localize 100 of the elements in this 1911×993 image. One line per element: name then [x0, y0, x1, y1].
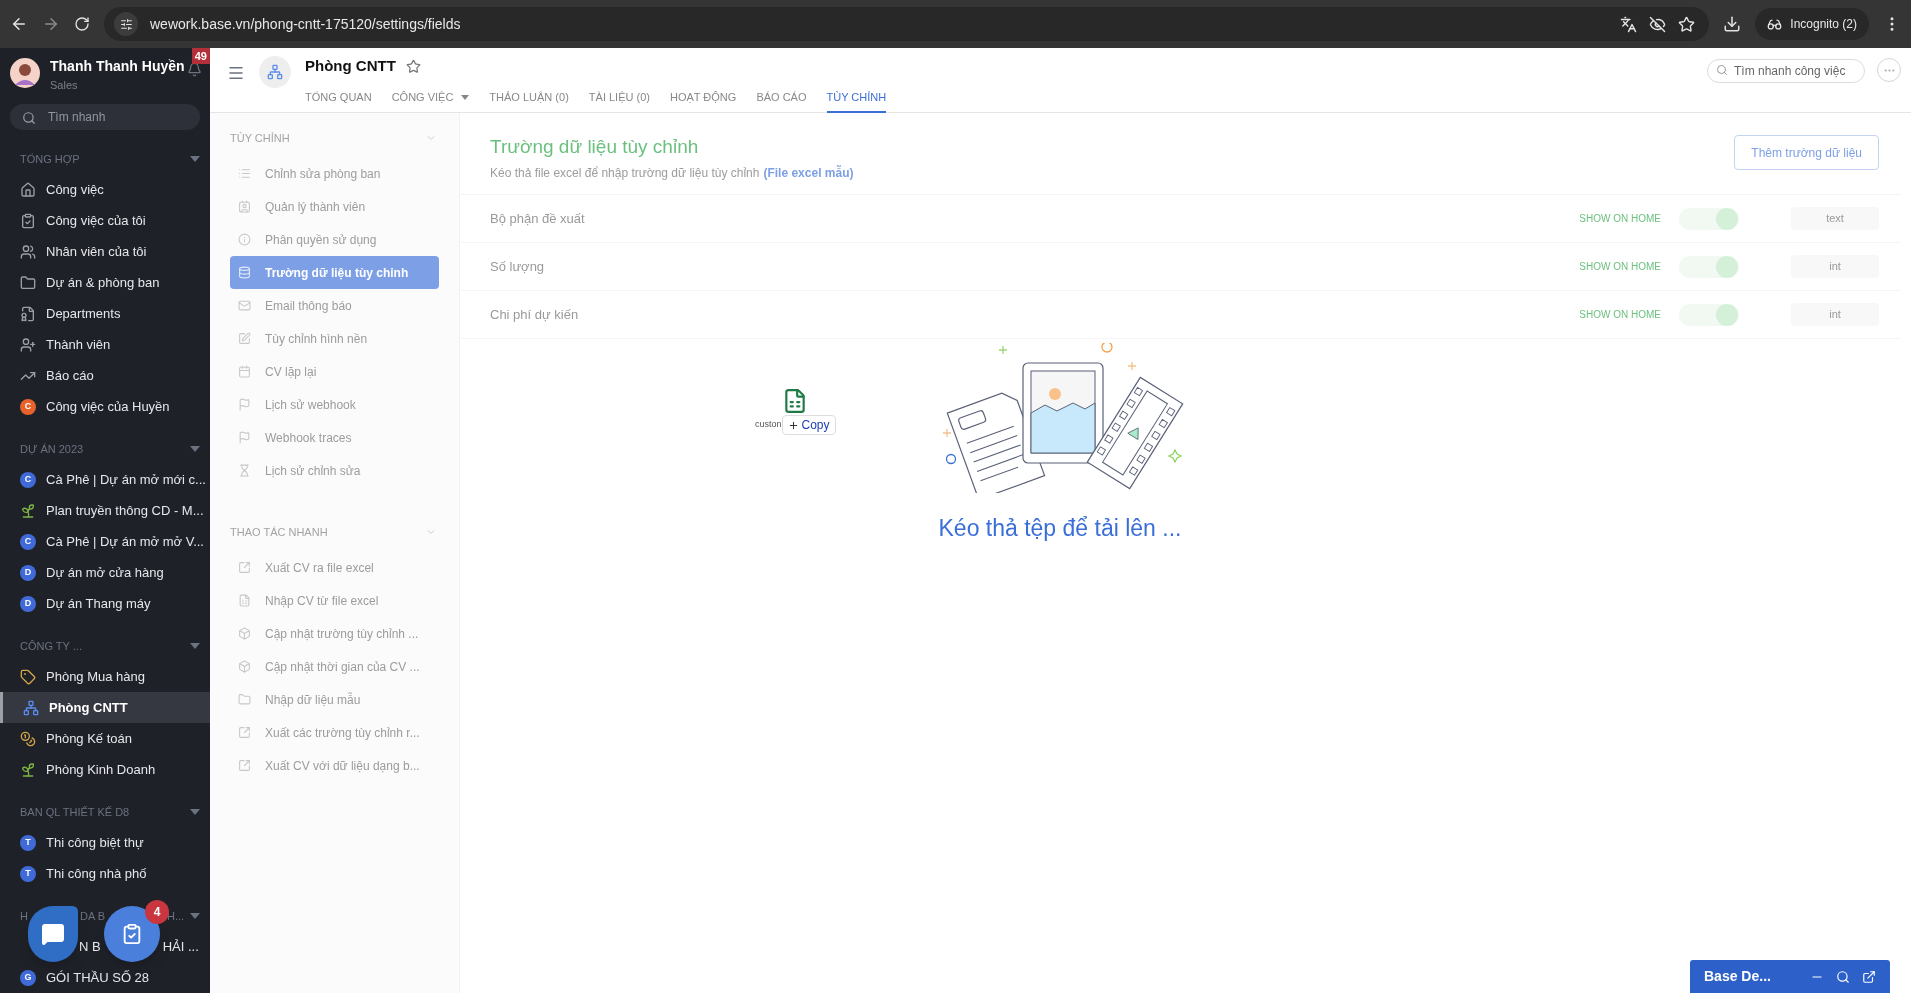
section-title: DA B	[79, 908, 106, 924]
download-icon[interactable]	[1723, 15, 1742, 33]
tab[interactable]: TÙY CHỈNH	[826, 84, 887, 113]
sidebar-item[interactable]: Nhân viên của tôi	[0, 236, 210, 267]
address-bar[interactable]: wework.base.vn/phong-cntt-175120/settings/fields	[104, 7, 1710, 41]
section-title: THAO TÁC NHANH	[230, 524, 328, 540]
settings-menu-item[interactable]: Webhook traces	[230, 421, 439, 454]
clipboard-icon	[121, 923, 143, 945]
sidebar-item[interactable]: Thành viên	[0, 329, 210, 360]
tab[interactable]: BÁO CÁO	[756, 84, 807, 113]
settings-menu-item[interactable]: Nhập CV từ file excel	[230, 584, 439, 617]
sidebar-item[interactable]: C Cà Phê | Dự án mở mở V...	[0, 526, 210, 557]
reload-icon[interactable]	[74, 16, 90, 32]
letter-avatar: C	[20, 471, 36, 488]
sidebar-item[interactable]: Phòng Mua hàng	[0, 661, 210, 692]
search-icon	[22, 110, 36, 125]
flag-icon	[238, 431, 251, 444]
sidebar-item[interactable]: Công việc của tôi	[0, 205, 210, 236]
message-icon	[41, 922, 65, 946]
sidebar-item[interactable]: Departments	[0, 298, 210, 329]
forward-icon[interactable]	[42, 15, 60, 33]
toggle-switch[interactable]	[1679, 255, 1739, 278]
caret-icon[interactable]	[190, 913, 200, 919]
plus-icon	[787, 419, 799, 431]
settings-menu-item[interactable]: Xuất CV ra file excel	[230, 551, 439, 584]
add-field-button[interactable]: Thêm trường dữ liệu	[1734, 135, 1879, 170]
info-icon	[238, 233, 251, 246]
letter-avatar: D	[20, 595, 36, 612]
letter-avatar: G	[20, 969, 36, 986]
caret-icon[interactable]	[190, 446, 200, 452]
settings-menu-item[interactable]: Trường dữ liệu tùy chỉnh	[230, 256, 439, 289]
search-icon[interactable]	[1836, 969, 1850, 984]
search-field[interactable]: Tìm nhanh	[10, 103, 200, 130]
caret-icon[interactable]	[190, 809, 200, 815]
caret-icon[interactable]	[190, 643, 200, 649]
sidebar-item[interactable]: D Dự án mở cửa hàng	[0, 557, 210, 588]
back-icon[interactable]	[10, 15, 28, 33]
sidebar-item[interactable]: Phòng Kinh Doanh	[0, 754, 210, 785]
letter-avatar: C	[20, 533, 36, 550]
settings-menu-item[interactable]: CV lặp lại	[230, 355, 439, 388]
sidebar-item[interactable]: C Công việc của Huyền	[0, 391, 210, 422]
sidebar-item[interactable]: Công việc	[0, 174, 210, 205]
tab[interactable]: TÀI LIỆU (0)	[588, 84, 650, 113]
tag-icon	[20, 668, 36, 685]
settings-menu-item[interactable]: Nhập dữ liệu mẫu	[230, 683, 439, 716]
sidebar-item[interactable]: Plan truyền thông CD - M...	[0, 495, 210, 526]
tab[interactable]: HOẠT ĐỘNG	[669, 84, 737, 113]
toggle-switch[interactable]	[1679, 207, 1739, 230]
tasks-button[interactable]	[104, 906, 160, 962]
profile-button[interactable]: Incognito (2)	[1755, 8, 1869, 40]
sidebar-item[interactable]: Phòng CNTT	[0, 692, 210, 723]
bell-icon[interactable]	[187, 62, 202, 77]
toggle-switch[interactable]	[1679, 303, 1739, 326]
tab[interactable]: TỔNG QUAN	[305, 84, 372, 113]
tab[interactable]: THẢO LUẬN (0)	[489, 84, 569, 113]
sidebar-item-text[interactable]: HẢI ...	[162, 936, 199, 957]
mail-icon	[238, 299, 251, 312]
settings-menu-item[interactable]: Chỉnh sửa phòng ban	[230, 157, 439, 190]
settings-menu-item[interactable]: Cập nhật thời gian của CV ...	[230, 650, 439, 683]
sidebar-item[interactable]: Dự án & phòng ban	[0, 267, 210, 298]
settings-menu-item[interactable]: Xuất các trường tùy chỉnh r...	[230, 716, 439, 749]
settings-menu-item[interactable]: Cập nhật trường tùy chỉnh ...	[230, 617, 439, 650]
settings-menu-item[interactable]: Xuất CV với dữ liệu dạng b...	[230, 749, 439, 782]
sidebar-item-text[interactable]: N B	[79, 936, 101, 957]
chat-button[interactable]	[28, 906, 78, 962]
show-on-home-label: SHOW ON HOME	[1579, 212, 1661, 226]
list-icon	[238, 167, 251, 180]
eye-off-icon[interactable]	[1649, 15, 1667, 33]
star-icon[interactable]	[405, 58, 421, 74]
sidebar-item[interactable]: Báo cáo	[0, 360, 210, 391]
sidebar-item[interactable]: T Thi công biệt thự	[0, 827, 210, 858]
sidebar-item[interactable]: Phòng Kế toán	[0, 723, 210, 754]
settings-menu-item[interactable]: Phân quyền sử dụng	[230, 223, 439, 256]
hierarchy-icon	[23, 699, 39, 716]
field-name: Số lượng	[490, 257, 546, 276]
tab[interactable]: CÔNG VIỆC	[391, 84, 470, 113]
clipboard-icon	[20, 212, 36, 229]
settings-menu-item[interactable]: Tùy chỉnh hình nền	[230, 322, 439, 355]
settings-menu-item[interactable]: Lịch sử chỉnh sửa	[230, 454, 439, 487]
sidebar-item[interactable]: T Thi công nhà phố	[0, 858, 210, 889]
settings-menu-item[interactable]: Lịch sử webhook	[230, 388, 439, 421]
external-link-icon[interactable]	[1862, 969, 1876, 984]
site-settings-icon[interactable]	[119, 17, 133, 31]
sample-file-link[interactable]: (File excel mẫu)	[763, 163, 854, 182]
avatar[interactable]	[10, 58, 40, 88]
chat-widget-bar[interactable]: Base De...	[1690, 960, 1890, 993]
menu-icon[interactable]	[227, 64, 245, 82]
sidebar-item[interactable]: C Cà Phê | Dự án mở mới c...	[0, 464, 210, 495]
caret-icon[interactable]	[190, 156, 200, 162]
settings-menu-item[interactable]: Quản lý thành viên	[230, 190, 439, 223]
task-search-field[interactable]: Tìm nhanh công việc	[1707, 59, 1865, 83]
section-title: DỰ ÁN 2023	[20, 441, 84, 457]
export-icon	[238, 759, 251, 772]
sidebar-item[interactable]: G GÓI THẦU SỐ 28	[0, 962, 210, 993]
settings-menu-item[interactable]: Email thông báo	[230, 289, 439, 322]
user-name: Thanh Thanh Huyền	[50, 57, 185, 76]
caret-icon[interactable]	[461, 95, 470, 100]
translate-icon[interactable]	[1620, 15, 1638, 33]
home-icon	[20, 181, 36, 198]
sidebar-item[interactable]: D Dự án Thang máy	[0, 588, 210, 619]
